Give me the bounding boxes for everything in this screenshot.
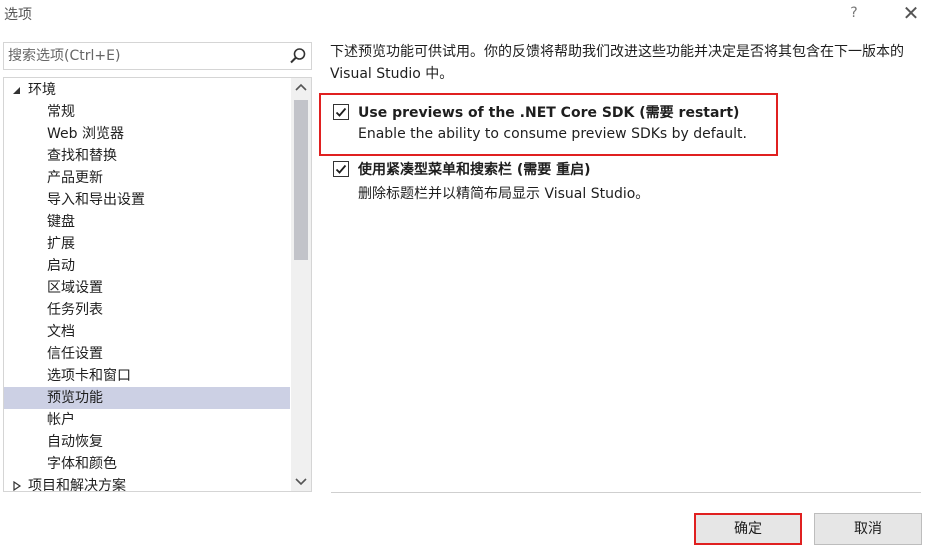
tree-item-documents[interactable]: 文档 bbox=[47, 321, 75, 343]
tree-item-label: 区域设置 bbox=[47, 280, 103, 296]
footer-divider bbox=[331, 492, 921, 493]
cancel-button[interactable]: 取消 bbox=[814, 513, 922, 545]
checkmark-icon bbox=[335, 164, 347, 174]
collapse-triangle-icon[interactable] bbox=[12, 86, 22, 96]
option-title: 使用紧凑型菜单和搜索栏 (需要 重启) bbox=[358, 162, 591, 178]
tree-item-label: 扩展 bbox=[47, 236, 75, 252]
tree-item-label: 字体和颜色 bbox=[47, 456, 117, 472]
tree-item-label: 文档 bbox=[47, 324, 75, 340]
tree-item-task-list[interactable]: 任务列表 bbox=[47, 299, 103, 321]
tree-item-find-replace[interactable]: 查找和替换 bbox=[47, 145, 117, 167]
tree-item-accounts[interactable]: 帐户 bbox=[47, 409, 75, 431]
option-subtitle: Enable the ability to consume preview SD… bbox=[358, 126, 747, 142]
tree-item-label: 键盘 bbox=[47, 214, 75, 230]
tree-item-label: 产品更新 bbox=[47, 170, 103, 186]
tree-item-label: 自动恢复 bbox=[47, 434, 103, 450]
tree-node-label: 环境 bbox=[28, 82, 56, 98]
tree-scrollbar[interactable] bbox=[291, 78, 311, 491]
help-button[interactable]: ? bbox=[846, 3, 862, 23]
tree-item-label: 任务列表 bbox=[47, 302, 103, 318]
tree-item-preview-features[interactable]: 预览功能 bbox=[4, 387, 290, 409]
options-tree: 环境 常规 Web 浏览器 查找和替换 产品更新 导入和导出设置 键盘 扩展 启… bbox=[3, 77, 312, 492]
tree-item-label: 预览功能 bbox=[47, 390, 103, 406]
tree-node-environment[interactable]: 环境 bbox=[4, 79, 290, 101]
tree-item-tabs-windows[interactable]: 选项卡和窗口 bbox=[47, 365, 131, 387]
ok-button[interactable]: 确定 bbox=[694, 513, 802, 545]
window-title: 选项 bbox=[4, 7, 32, 23]
search-input[interactable] bbox=[8, 43, 278, 69]
tree-item-fonts-colors[interactable]: 字体和颜色 bbox=[47, 453, 117, 475]
tree-item-general[interactable]: 常规 bbox=[47, 101, 75, 123]
tree-node-label: 项目和解决方案 bbox=[28, 478, 126, 492]
tree-item-product-updates[interactable]: 产品更新 bbox=[47, 167, 103, 189]
preview-description: 下述预览功能可供试用。你的反馈将帮助我们改进这些功能并决定是否将其包含在下一版本… bbox=[330, 44, 904, 82]
tree-item-label: Web 浏览器 bbox=[47, 126, 124, 142]
expand-triangle-icon[interactable] bbox=[12, 481, 22, 491]
tree-item-extensions[interactable]: 扩展 bbox=[47, 233, 75, 255]
scrollbar-thumb[interactable] bbox=[294, 100, 308, 260]
option-subtitle: 删除标题栏并以精简布局显示 Visual Studio。 bbox=[358, 186, 650, 202]
tree-item-trust-settings[interactable]: 信任设置 bbox=[47, 343, 103, 365]
tree-item-label: 信任设置 bbox=[47, 346, 103, 362]
close-button[interactable]: ✕ bbox=[900, 2, 922, 24]
dotnet-preview-checkbox[interactable] bbox=[333, 104, 349, 120]
tree-item-label: 选项卡和窗口 bbox=[47, 368, 131, 384]
search-icon[interactable] bbox=[289, 47, 307, 65]
tree-item-autorecover[interactable]: 自动恢复 bbox=[47, 431, 103, 453]
tree-item-label: 常规 bbox=[47, 104, 75, 120]
tree-item-web-browser[interactable]: Web 浏览器 bbox=[47, 123, 124, 145]
option-title: Use previews of the .NET Core SDK (需要 re… bbox=[358, 105, 740, 121]
tree-item-label: 帐户 bbox=[47, 412, 75, 428]
checkmark-icon bbox=[335, 107, 347, 117]
scroll-up-arrow-icon[interactable] bbox=[291, 78, 311, 98]
tree-item-import-export[interactable]: 导入和导出设置 bbox=[47, 189, 145, 211]
tree-item-label: 查找和替换 bbox=[47, 148, 117, 164]
tree-item-keyboard[interactable]: 键盘 bbox=[47, 211, 75, 233]
tree-node-projects-solutions[interactable]: 项目和解决方案 bbox=[4, 475, 290, 492]
tree-item-locale[interactable]: 区域设置 bbox=[47, 277, 103, 299]
tree-item-label: 启动 bbox=[47, 258, 75, 274]
title-bar: 选项 ? ✕ bbox=[0, 0, 942, 30]
search-box bbox=[3, 42, 312, 70]
tree-item-startup[interactable]: 启动 bbox=[47, 255, 75, 277]
compact-menu-checkbox[interactable] bbox=[333, 161, 349, 177]
tree-item-label: 导入和导出设置 bbox=[47, 192, 145, 208]
scroll-down-arrow-icon[interactable] bbox=[291, 471, 311, 491]
